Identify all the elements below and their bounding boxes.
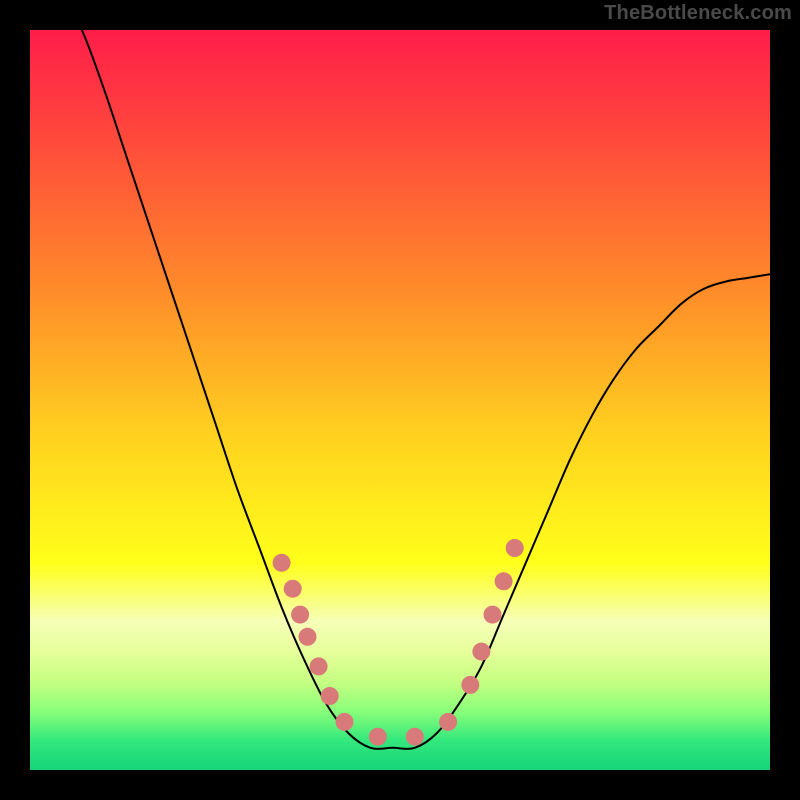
- chart-frame: TheBottleneck.com: [0, 0, 800, 800]
- background-gradient: [30, 30, 770, 770]
- plot-area: [30, 30, 770, 770]
- watermark: TheBottleneck.com: [604, 2, 792, 25]
